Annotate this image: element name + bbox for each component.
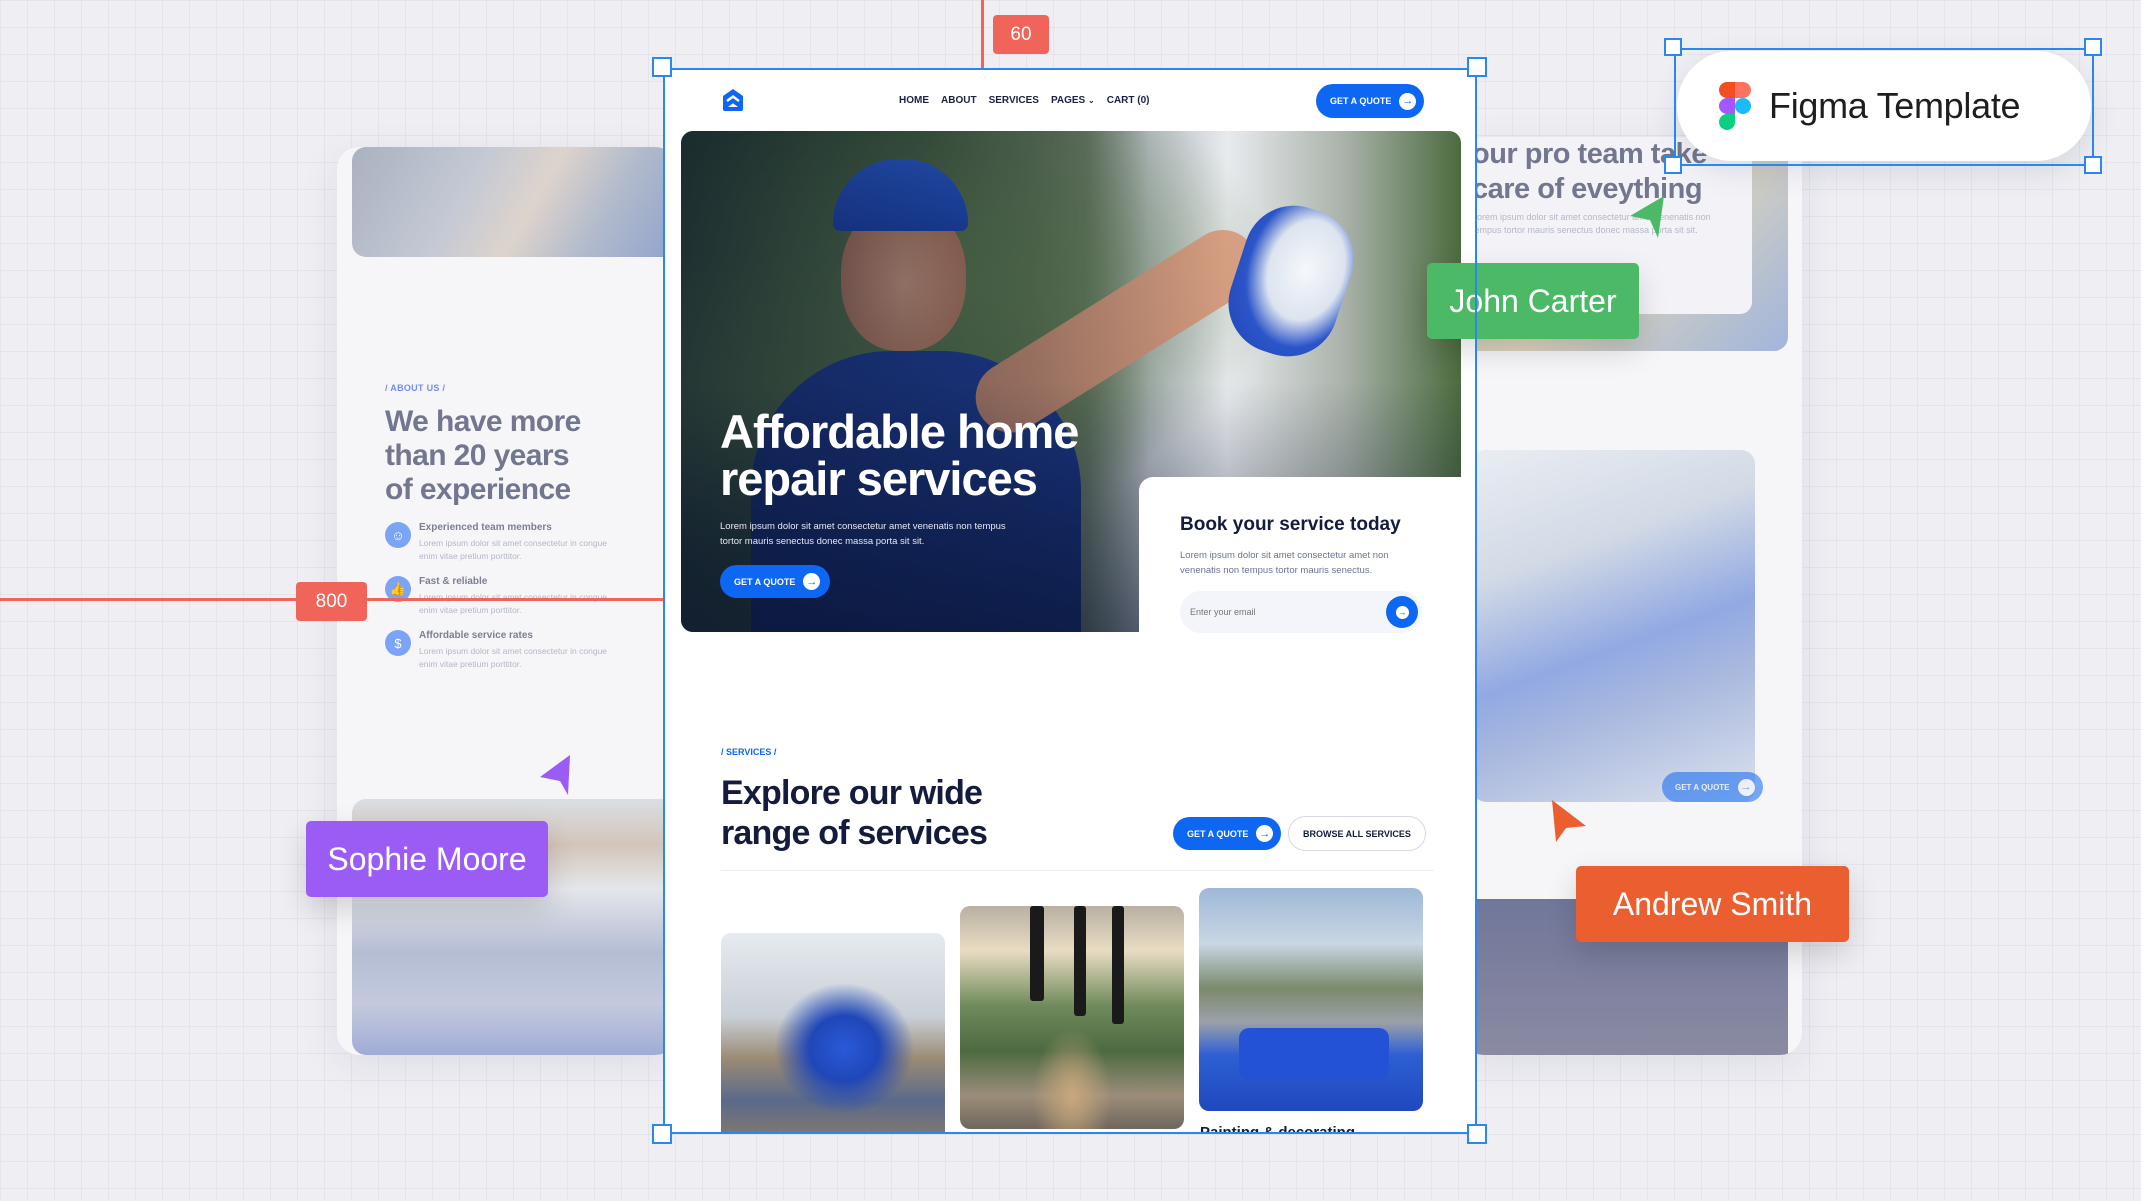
home-chevrons-icon[interactable]: [721, 88, 745, 112]
hero-title: Affordable home repair services: [720, 405, 1079, 505]
nav-services[interactable]: SERVICES: [989, 95, 1039, 106]
about-title: We have more than 20 years of experience: [385, 405, 581, 506]
resize-handle[interactable]: [652, 57, 672, 77]
arrow-right-icon: →: [1399, 92, 1417, 110]
nav-get-quote-button[interactable]: GET A QUOTE →: [1316, 84, 1425, 118]
cursor-green-icon: [1630, 196, 1664, 238]
resize-handle[interactable]: [1664, 38, 1682, 56]
cursor-label-john-carter: John Carter: [1427, 263, 1639, 339]
email-input[interactable]: [1190, 591, 1370, 633]
main-page-frame: HOME ABOUT SERVICES PAGES ⌄ CART (0) GET…: [664, 69, 1476, 1133]
spacing-badge-left: 800: [296, 582, 367, 621]
arrow-right-icon: →: [1256, 825, 1274, 842]
navbar: HOME ABOUT SERVICES PAGES ⌄ CART (0) GET…: [664, 69, 1476, 131]
cursor-orange-icon: [1552, 800, 1586, 842]
browse-services-button[interactable]: BROWSE ALL SERVICES: [1288, 816, 1426, 851]
booking-subtitle: Lorem ipsum dolor sit amet consectetur a…: [1180, 550, 1389, 576]
tiler-image: [1472, 450, 1755, 802]
nav-home[interactable]: HOME: [899, 95, 929, 106]
nav-about[interactable]: ABOUT: [941, 95, 977, 106]
nav-links: HOME ABOUT SERVICES PAGES ⌄ CART (0): [899, 95, 1150, 106]
divider: [721, 870, 1434, 871]
service-caption: Painting & decorating: [1200, 1124, 1356, 1133]
chevron-down-icon: ⌄: [1088, 96, 1095, 105]
services-title: Explore our wide range of services: [721, 774, 988, 852]
booking-card: Book your service today Lorem ipsum dolo…: [1139, 477, 1461, 637]
cursor-label-andrew-smith: Andrew Smith: [1576, 866, 1849, 942]
services-get-quote-button[interactable]: GET A QUOTE →: [1173, 817, 1282, 850]
resize-handle[interactable]: [2084, 38, 2102, 56]
spacing-guide-vertical: [981, 0, 984, 68]
team-desc: Lorem ipsum dolor sit amet consectetur a…: [1472, 212, 1711, 235]
arrow-right-icon: →: [803, 573, 821, 590]
hero-subtitle: Lorem ipsum dolor sit amet consectetur a…: [720, 521, 1006, 547]
nav-cart[interactable]: CART (0): [1107, 95, 1150, 106]
services-tag: / SERVICES /: [721, 747, 777, 757]
hero-get-quote-button[interactable]: GET A QUOTE →: [720, 565, 831, 598]
team-get-quote-button[interactable]: GET A QUOTE →: [1662, 772, 1763, 802]
email-submit-button[interactable]: →: [1386, 596, 1418, 628]
resize-handle[interactable]: [2084, 156, 2102, 174]
arrow-right-icon: →: [1737, 778, 1755, 796]
cursor-label-sophie-moore: Sophie Moore: [306, 821, 548, 897]
service-card-painting[interactable]: [1199, 888, 1423, 1111]
service-card-drill[interactable]: [721, 933, 945, 1133]
nav-pages[interactable]: PAGES ⌄: [1051, 95, 1095, 106]
spacing-badge-top: 60: [993, 15, 1049, 54]
about-tag: / ABOUT US /: [385, 383, 446, 393]
booking-title: Book your service today: [1180, 514, 1401, 535]
resize-handle[interactable]: [1467, 57, 1487, 77]
resize-handle[interactable]: [1467, 1124, 1487, 1144]
arrow-right-icon: →: [1395, 605, 1409, 619]
resize-handle[interactable]: [652, 1124, 672, 1144]
email-field-wrapper: →: [1180, 591, 1422, 633]
dollar-icon: $: [385, 630, 411, 656]
mechanic-image: [352, 147, 677, 257]
team-icon: ☺: [385, 522, 411, 548]
service-card-lighting[interactable]: [960, 906, 1184, 1129]
resize-handle[interactable]: [1664, 156, 1682, 174]
cursor-purple-icon: [540, 755, 570, 795]
badge-selection-box: [1674, 48, 2094, 166]
